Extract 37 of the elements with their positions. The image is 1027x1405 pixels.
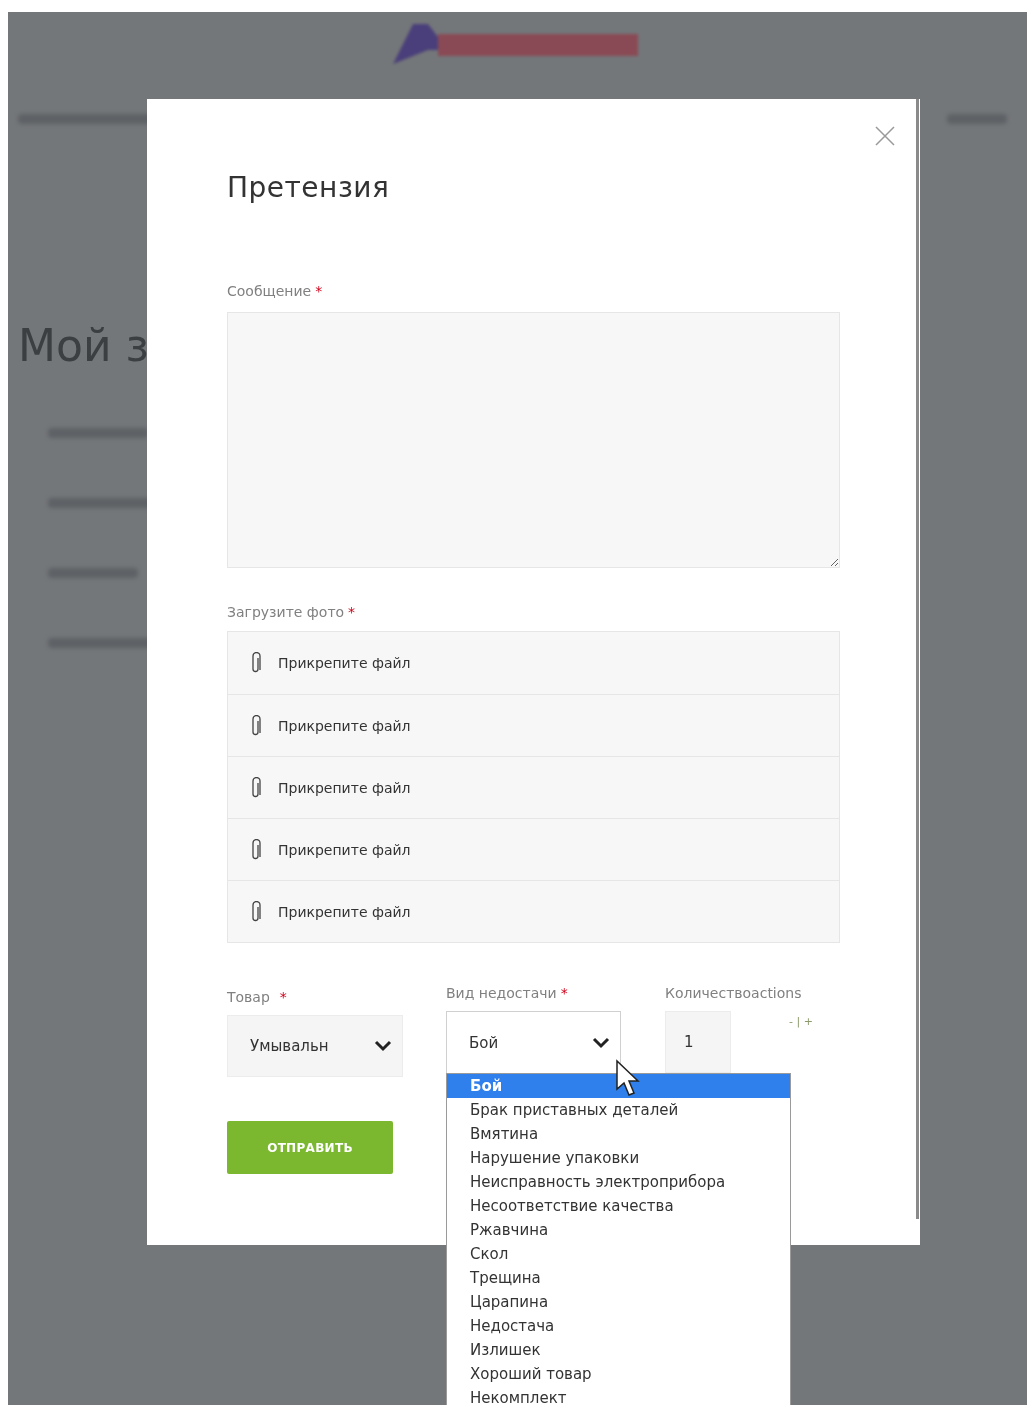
chevron-down-icon xyxy=(592,1036,610,1049)
paperclip-icon xyxy=(250,776,262,799)
dropdown-option[interactable]: Ржавчина xyxy=(447,1218,790,1242)
dropdown-option[interactable]: Брак приставных деталей xyxy=(447,1098,790,1122)
dropdown-option[interactable]: Излишек xyxy=(447,1338,790,1362)
dropdown-option[interactable]: Несоответствие качества xyxy=(447,1194,790,1218)
dropdown-option[interactable]: Скол xyxy=(447,1242,790,1266)
field-label: Загрузите фото * xyxy=(227,604,356,620)
dropdown-option[interactable]: Неисправность электроприбора xyxy=(447,1170,790,1194)
dropdown-option[interactable]: Вмятина xyxy=(447,1122,790,1146)
dropdown-option[interactable]: Царапина xyxy=(447,1290,790,1314)
paperclip-icon xyxy=(250,652,262,674)
paperclip-icon xyxy=(250,838,262,861)
field-label: Товар * xyxy=(227,989,288,1005)
message-field[interactable] xyxy=(227,312,840,568)
attach-file-button[interactable]: Прикрепите файл xyxy=(228,880,839,942)
field-label: Вид недостачи * xyxy=(446,985,569,1001)
field-label: Количествоactions xyxy=(665,985,803,1001)
dropdown-option[interactable]: Бой xyxy=(447,1074,790,1098)
paperclip-icon xyxy=(250,900,262,923)
attach-file-button[interactable]: Прикрепите файл xyxy=(228,632,839,694)
modal-title: Претензия xyxy=(227,171,391,204)
dropdown-option[interactable]: Нарушение упаковки xyxy=(447,1146,790,1170)
page-heading: Мой з xyxy=(18,324,150,368)
attach-file-button[interactable]: Прикрепите файл xyxy=(228,818,839,880)
attach-file-button[interactable]: Прикрепите файл xyxy=(228,694,839,756)
dropdown-option[interactable]: Некомплект xyxy=(447,1386,790,1405)
dropdown-option[interactable]: Хороший товар xyxy=(447,1362,790,1386)
paperclip-icon xyxy=(250,714,262,737)
chevron-down-icon xyxy=(374,1040,392,1052)
dropdown-option[interactable]: Трещина xyxy=(447,1266,790,1290)
attach-file-button[interactable]: Прикрепите файл xyxy=(228,756,839,818)
product-select[interactable]: Умывальн xyxy=(227,1015,403,1077)
dropdown-option[interactable]: Недостача xyxy=(447,1314,790,1338)
quantity-field[interactable]: 1 xyxy=(665,1011,731,1073)
field-label: Сообщение * xyxy=(227,283,323,299)
close-icon[interactable] xyxy=(875,126,895,146)
